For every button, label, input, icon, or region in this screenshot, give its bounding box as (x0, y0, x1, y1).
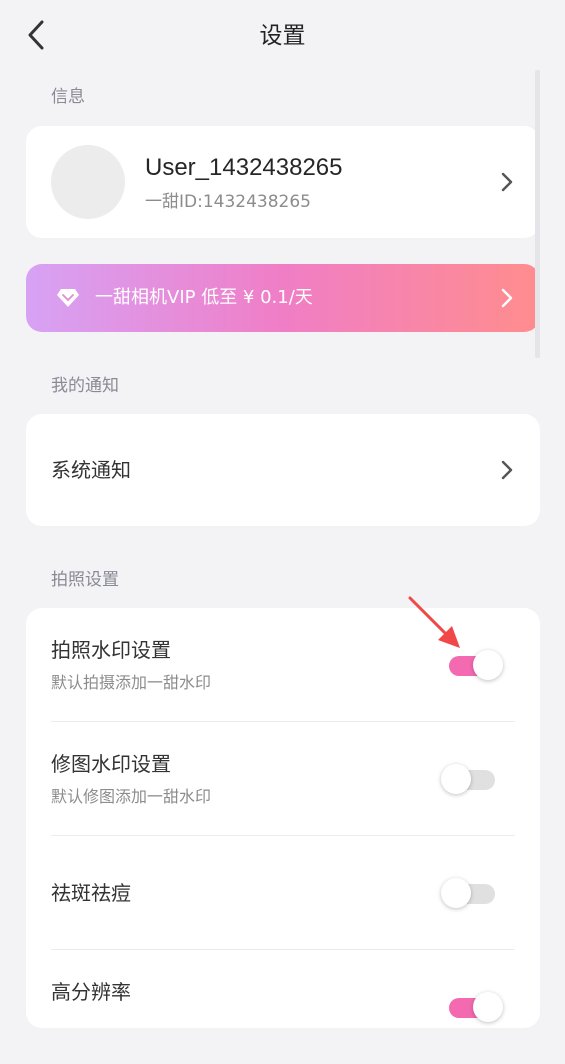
setting-desc: 默认拍摄添加一甜水印 (51, 673, 212, 692)
vip-promo-text: 一甜相机VIP 低至 ¥ 0.1/天 (95, 287, 313, 308)
camera-settings-card: 拍照水印设置 默认拍摄添加一甜水印 修图水印设置 默认修图添加一甜水印 祛斑祛痘… (26, 608, 540, 1028)
setting-desc: 默认修图添加一甜水印 (51, 787, 212, 806)
diamond-icon (57, 289, 79, 307)
red-arrow-annotation (408, 596, 460, 648)
page-title: 设置 (259, 23, 306, 49)
high-resolution-toggle[interactable] (447, 992, 503, 1022)
section-label-camera: 拍照设置 (51, 570, 119, 590)
section-label-notifications: 我的通知 (51, 376, 119, 396)
section-label-info: 信息 (51, 87, 85, 107)
blemish-removal-toggle[interactable] (441, 878, 497, 908)
edit-watermark-toggle[interactable] (441, 764, 497, 794)
profile-card[interactable]: User_1432438265 一甜ID:1432438265 (26, 126, 540, 238)
setting-row-blemish-removal: 祛斑祛痘 (26, 836, 540, 950)
header: 设置 (0, 0, 565, 70)
user-id: 一甜ID:1432438265 (145, 192, 311, 212)
toggle-knob (441, 764, 471, 794)
setting-title: 拍照水印设置 (51, 638, 171, 662)
chevron-right-icon (501, 172, 513, 192)
setting-row-edit-watermark: 修图水印设置 默认修图添加一甜水印 (26, 722, 540, 836)
toggle-knob (473, 992, 503, 1022)
avatar[interactable] (51, 145, 125, 219)
setting-title: 祛斑祛痘 (51, 881, 131, 905)
vip-banner[interactable]: 一甜相机VIP 低至 ¥ 0.1/天 (26, 264, 540, 332)
chevron-right-icon (501, 288, 513, 308)
toggle-knob (441, 878, 471, 908)
system-notification-item[interactable]: 系统通知 (26, 414, 540, 526)
chevron-right-icon (501, 460, 513, 480)
setting-title: 修图水印设置 (51, 752, 171, 776)
username: User_1432438265 (145, 154, 343, 181)
scrollbar[interactable] (535, 70, 540, 358)
system-notification-label: 系统通知 (51, 458, 131, 482)
toggle-knob (473, 650, 503, 680)
setting-title: 高分辨率 (51, 980, 131, 1004)
setting-row-high-resolution: 高分辨率 (26, 950, 540, 1064)
